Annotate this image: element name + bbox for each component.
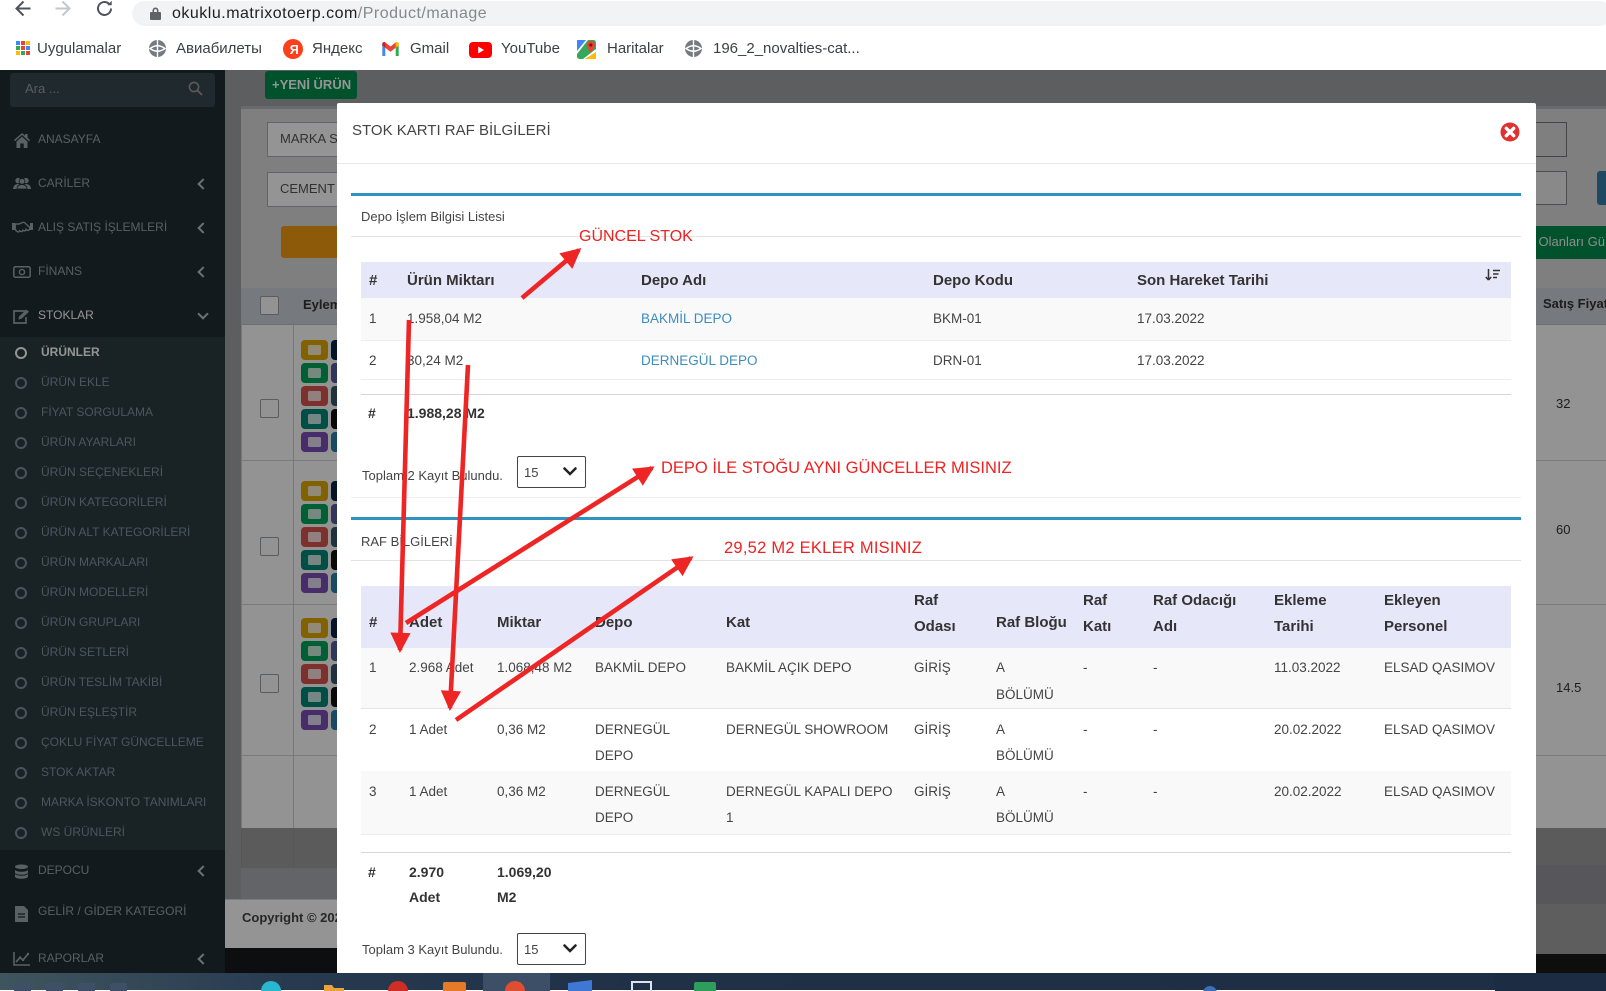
svg-text:Я: Я [290,43,299,57]
